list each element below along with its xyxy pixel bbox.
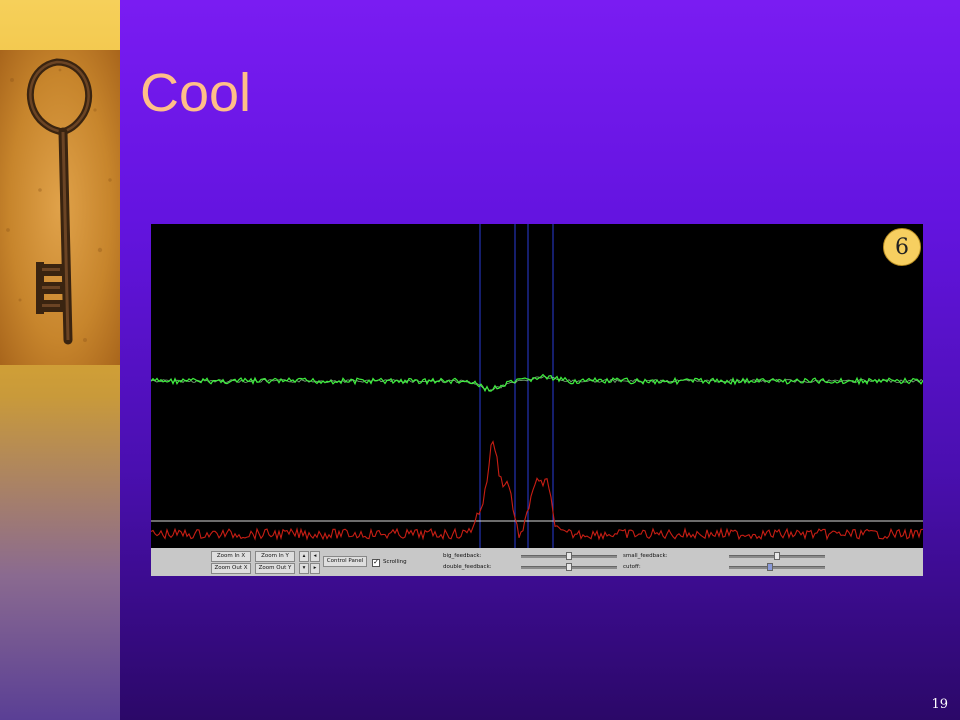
scrolling-checkbox[interactable]: ✓: [372, 559, 380, 567]
zoom-out-x-button[interactable]: Zoom Out X: [211, 563, 251, 574]
double-feedback-slider[interactable]: [521, 563, 617, 571]
control-bar: Zoom In X Zoom Out X Zoom In Y Zoom Out …: [151, 548, 923, 576]
big-feedback-slider[interactable]: [521, 552, 617, 560]
slide-title: Cool: [140, 63, 252, 123]
scroll-up-button[interactable]: ▴: [299, 551, 309, 562]
oscilloscope-screenshot: 6 Zoom In X Zoom Out X Zoom In Y Zoom Ou…: [151, 224, 923, 576]
slider-track: [729, 566, 825, 569]
big-feedback-label: big_feedback:: [443, 553, 482, 559]
small-feedback-slider[interactable]: [729, 552, 825, 560]
signal-plot: [151, 224, 923, 548]
scroll-right-button[interactable]: ▸: [310, 563, 320, 574]
scroll-left-button[interactable]: ◂: [310, 551, 320, 562]
slider-thumb[interactable]: [774, 552, 780, 560]
slider-thumb[interactable]: [566, 563, 572, 571]
slider-thumb[interactable]: [767, 563, 774, 571]
slide-number: 19: [931, 697, 948, 712]
scroll-down-button[interactable]: ▾: [299, 563, 309, 574]
control-panel-button[interactable]: Control Panel: [323, 556, 367, 567]
cutoff-label: cutoff:: [623, 564, 641, 570]
step-number-badge: 6: [883, 228, 921, 266]
double-feedback-label: double_feedback:: [443, 564, 492, 570]
skeleton-key-photo: [0, 50, 120, 365]
scrolling-label: Scrolling: [383, 559, 407, 565]
cutoff-slider[interactable]: [729, 563, 825, 571]
zoom-in-y-button[interactable]: Zoom In Y: [255, 551, 295, 562]
small-feedback-label: small_feedback:: [623, 553, 668, 559]
zoom-in-x-button[interactable]: Zoom In X: [211, 551, 251, 562]
zoom-out-y-button[interactable]: Zoom Out Y: [255, 563, 295, 574]
slider-thumb[interactable]: [566, 552, 572, 560]
